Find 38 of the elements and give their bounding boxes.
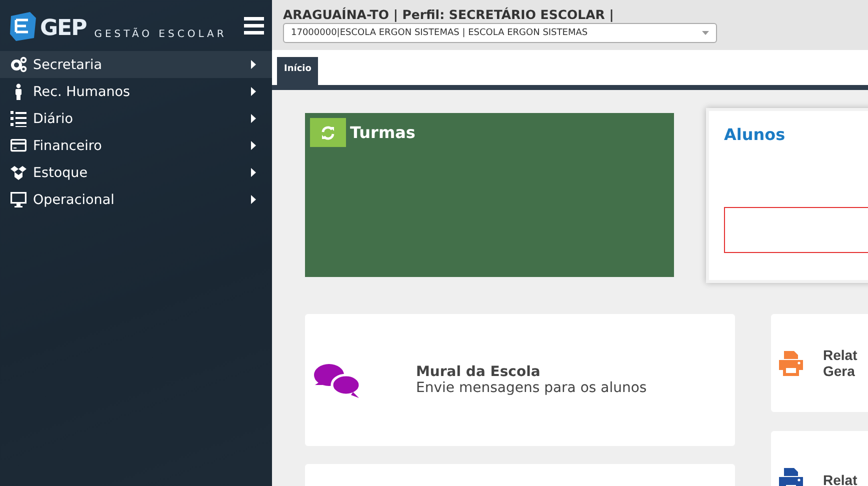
gears-icon (10, 56, 27, 73)
sidebar-item[interactable]: Operacional (0, 186, 272, 213)
sidebar-item[interactable]: Diário (0, 105, 272, 132)
sidebar-item[interactable]: Financeiro (0, 132, 272, 159)
menu-icon[interactable] (244, 16, 264, 34)
logo-icon (8, 10, 38, 42)
refresh-icon (320, 124, 336, 140)
tab[interactable]: Início (277, 57, 318, 85)
caret-right-icon (251, 60, 256, 69)
numbered-list-icon (10, 110, 27, 127)
card-title: Relat (823, 347, 858, 363)
monitor-icon (10, 191, 27, 208)
logo-text: GEP (40, 16, 86, 42)
caret-icon (702, 31, 709, 35)
logo-tagline: GESTÃO ESCOLAR (94, 28, 227, 40)
header-title: ARAGUAÍNA-TO | Perfil: SECRETÁRIO ESCOLAR | (283, 7, 615, 23)
shortcut-card[interactable]: Relat Gera (771, 314, 868, 412)
card-title: Mural da Escola (416, 364, 542, 380)
caret-right-icon (251, 168, 256, 177)
sidebar-item[interactable]: Estoque (0, 159, 272, 186)
credit-card-icon (10, 137, 27, 154)
caret-right-icon (251, 195, 256, 204)
card-subtitle: Gera (823, 363, 856, 379)
caret-right-icon (251, 87, 256, 96)
panel-title: Alunos (724, 125, 786, 146)
refresh-button[interactable] (310, 118, 346, 147)
chat-bubbles-icon (313, 361, 361, 399)
shortcut-card[interactable]: Relat (771, 431, 868, 486)
caret-right-icon (251, 141, 256, 150)
card-title: Relat (823, 472, 858, 486)
school-select[interactable]: 17000000|ESCOLA ERGON SISTEMAS | ESCOLA ERGON SISTEMAS (283, 23, 717, 43)
sidebar-item[interactable]: Secretaria (0, 51, 272, 78)
sidebar-item[interactable]: Rec. Humanos (0, 78, 272, 105)
caret-right-icon (251, 114, 256, 123)
shortcut-card[interactable]: Mural da Escola Envie mensagens para os alunos (305, 314, 735, 446)
panel-title: Turmas (350, 123, 416, 142)
boxes-icon (10, 164, 27, 181)
card-subtitle: Envie mensagens para os alunos (416, 380, 647, 396)
